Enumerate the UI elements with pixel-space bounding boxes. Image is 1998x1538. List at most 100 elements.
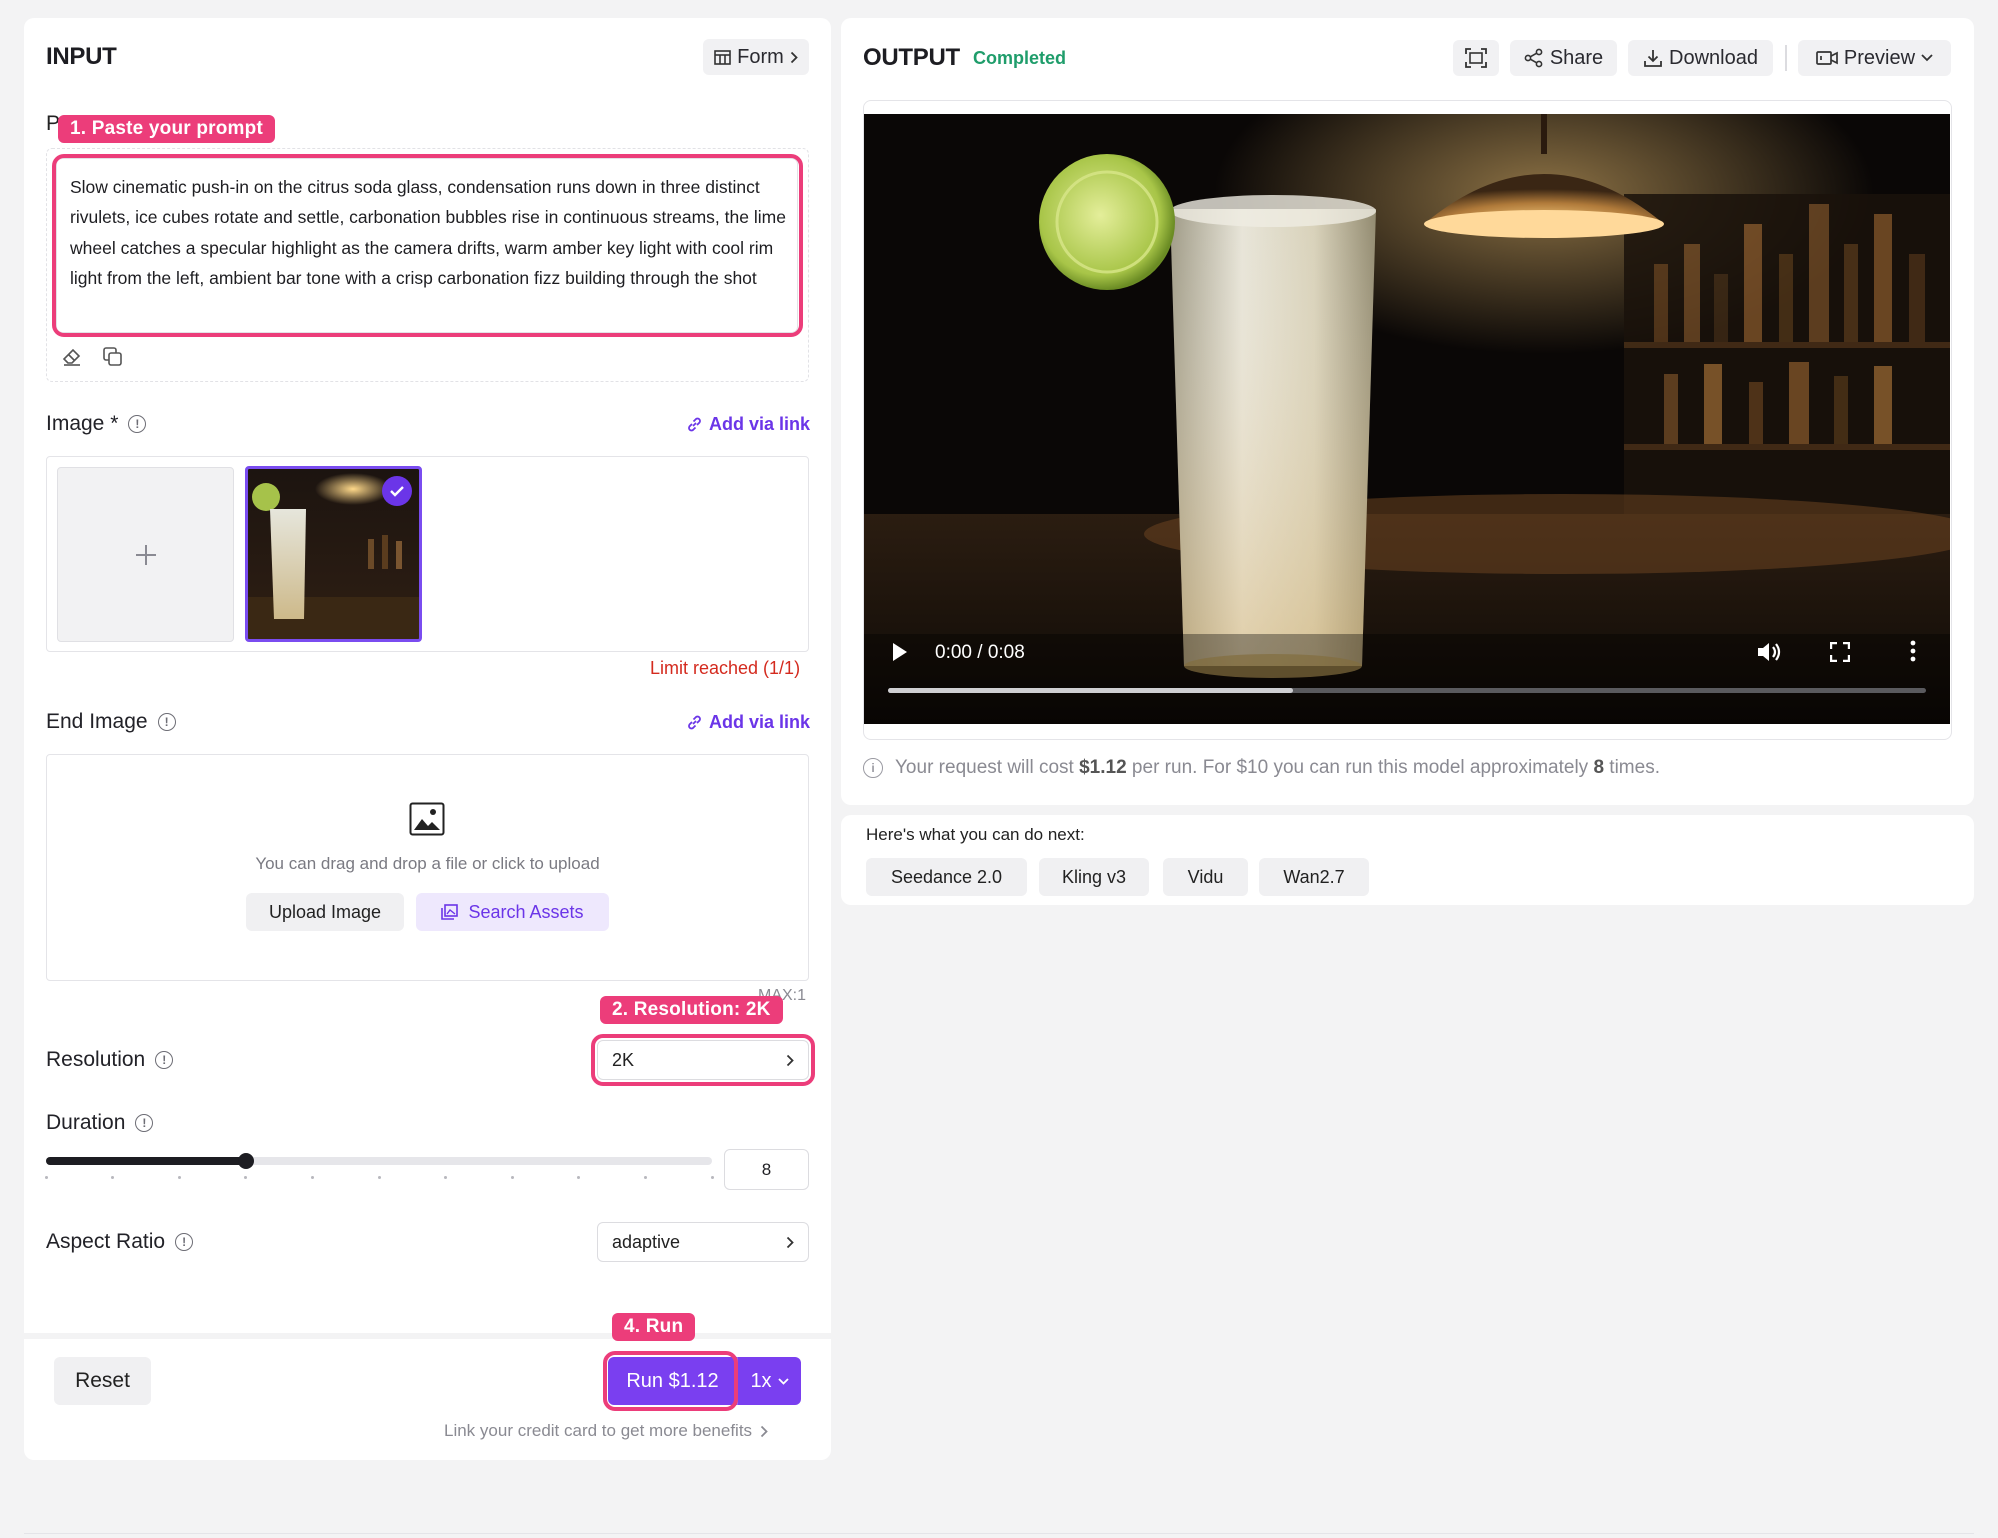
- cost-prefix: Your request will cost: [895, 757, 1080, 778]
- slider-tick: [577, 1176, 581, 1179]
- play-icon[interactable]: [891, 641, 909, 663]
- fullscreen-icon[interactable]: [1830, 642, 1850, 662]
- image-placeholder-icon: [409, 802, 445, 836]
- plus-icon: [133, 542, 159, 568]
- table-icon: [714, 49, 731, 65]
- cost-runs: 8: [1593, 757, 1605, 778]
- video-time: 0:00 / 0:08: [935, 642, 1025, 663]
- duration-slider-thumb[interactable]: [237, 1153, 254, 1169]
- info-icon[interactable]: !: [175, 1233, 194, 1251]
- end-image-field-label: End Image !: [46, 710, 176, 734]
- toolbar-divider: [1785, 45, 1787, 71]
- download-label: Download: [1669, 46, 1758, 69]
- gallery-icon: [441, 904, 459, 920]
- fullscreen-toggle-button[interactable]: [1453, 40, 1499, 76]
- end-image-label: End Image: [46, 710, 148, 733]
- slider-tick: [444, 1176, 448, 1179]
- aspect-ratio-field-label: Aspect Ratio !: [46, 1230, 194, 1254]
- duration-field-label: Duration !: [46, 1111, 154, 1135]
- image-label: Image *: [46, 412, 119, 435]
- info-icon[interactable]: !: [157, 713, 176, 731]
- limit-reached-text: Limit reached (1/1): [650, 658, 801, 678]
- info-icon[interactable]: !: [155, 1051, 174, 1069]
- video-progress-track[interactable]: [888, 688, 1926, 693]
- duration-slider-track[interactable]: [46, 1157, 712, 1165]
- more-options-icon[interactable]: [1910, 640, 1916, 662]
- resolution-field-label: Resolution !: [46, 1048, 174, 1072]
- model-chip-kling[interactable]: Kling v3: [1039, 858, 1149, 896]
- video-player[interactable]: [864, 114, 1950, 724]
- link-icon: [686, 714, 703, 731]
- slider-tick: [510, 1176, 514, 1179]
- share-icon: [1524, 48, 1544, 68]
- duration-slider-fill: [46, 1157, 246, 1165]
- credit-card-link-label: Link your credit card to get more benefi…: [444, 1421, 753, 1440]
- resolution-label: Resolution: [46, 1048, 146, 1071]
- volume-icon[interactable]: [1756, 640, 1782, 664]
- model-chip-seedance[interactable]: Seedance 2.0: [866, 858, 1027, 896]
- slider-tick: [310, 1176, 314, 1179]
- image-add-via-link-label: Add via link: [709, 414, 811, 434]
- aspect-ratio-label: Aspect Ratio: [46, 1230, 166, 1253]
- cost-suffix: times.: [1604, 757, 1660, 778]
- slider-tick: [177, 1176, 181, 1179]
- annotation-step1: 1. Paste your prompt: [58, 115, 275, 143]
- cost-text: Your request will cost $1.12 per run. Fo…: [895, 757, 1660, 779]
- download-icon: [1643, 48, 1663, 68]
- search-assets-label: Search Assets: [468, 901, 584, 922]
- model-chip-wan[interactable]: Wan2.7: [1259, 858, 1369, 896]
- selected-check-icon: [382, 476, 412, 506]
- expand-icon: [1465, 48, 1487, 68]
- video-progress-fill: [888, 688, 1293, 693]
- preview-label: Preview: [1843, 46, 1916, 69]
- end-image-add-via-link[interactable]: Add via link: [686, 712, 810, 733]
- slider-tick: [377, 1176, 381, 1179]
- slider-tick: [44, 1176, 48, 1179]
- chevron-right-icon: [760, 1425, 768, 1438]
- form-toggle-button[interactable]: Form: [703, 39, 809, 75]
- credit-card-link[interactable]: Link your credit card to get more benefi…: [444, 1421, 768, 1441]
- search-assets-button[interactable]: Search Assets: [416, 893, 609, 931]
- eraser-icon[interactable]: [61, 346, 83, 368]
- add-image-button[interactable]: [57, 467, 234, 642]
- info-icon: i: [863, 758, 883, 778]
- cost-middle: per run. For $10 you can run this model …: [1126, 757, 1594, 778]
- duration-label: Duration: [46, 1111, 126, 1134]
- run-highlight-ring: [603, 1351, 738, 1411]
- slider-tick: [111, 1176, 115, 1179]
- slider-tick: [244, 1176, 248, 1179]
- video-camera-icon: [1816, 50, 1838, 66]
- slider-tick: [710, 1176, 714, 1179]
- upload-hint: You can drag and drop a file or click to…: [255, 854, 600, 873]
- form-toggle-label: Form: [737, 45, 784, 68]
- model-chip-vidu[interactable]: Vidu: [1163, 858, 1248, 896]
- info-icon[interactable]: !: [128, 415, 147, 433]
- chevron-right-icon: [786, 1236, 794, 1249]
- resolution-highlight-ring: [591, 1034, 815, 1086]
- aspect-ratio-select[interactable]: adaptive: [597, 1222, 809, 1262]
- preview-dropdown[interactable]: Preview: [1798, 40, 1951, 76]
- upload-image-button[interactable]: Upload Image: [246, 893, 404, 931]
- info-icon[interactable]: !: [135, 1114, 154, 1132]
- chevron-right-icon: [790, 51, 798, 64]
- input-title: INPUT: [46, 43, 117, 70]
- run-multiplier-value: 1x: [750, 1369, 772, 1392]
- reset-button[interactable]: Reset: [54, 1357, 151, 1405]
- cocktail-video-frame: [864, 114, 1950, 724]
- copy-icon[interactable]: [102, 346, 124, 368]
- next-steps-heading: Here's what you can do next:: [866, 825, 1085, 844]
- aspect-ratio-value: adaptive: [612, 1231, 681, 1252]
- annotation-step2: 2. Resolution: 2K: [600, 996, 783, 1024]
- chevron-down-icon: [1921, 54, 1933, 62]
- cost-amount: $1.12: [1079, 757, 1127, 778]
- image-add-via-link[interactable]: Add via link: [686, 414, 810, 435]
- status-badge: Completed: [973, 48, 1067, 68]
- share-button[interactable]: Share: [1510, 40, 1617, 76]
- link-icon: [686, 416, 703, 433]
- duration-input[interactable]: 8: [724, 1149, 809, 1190]
- download-button[interactable]: Download: [1628, 40, 1773, 76]
- run-multiplier-dropdown[interactable]: 1x: [737, 1357, 801, 1405]
- prompt-highlight-ring: [52, 154, 803, 337]
- page-bottom-divider: [24, 1533, 1974, 1534]
- footer-divider: [24, 1333, 831, 1339]
